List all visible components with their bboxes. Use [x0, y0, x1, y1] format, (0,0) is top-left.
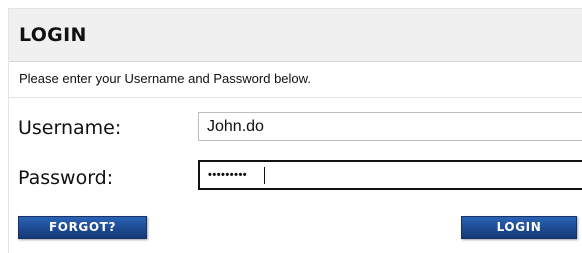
password-label: Password:: [18, 167, 114, 189]
divider: [8, 97, 582, 98]
instructions-text: Please enter your Username and Password …: [19, 71, 311, 86]
username-field[interactable]: [198, 112, 582, 141]
page-title: LOGIN: [19, 24, 87, 46]
login-header: LOGIN: [9, 9, 582, 62]
forgot-button[interactable]: FORGOT?: [18, 216, 147, 239]
text-caret: [264, 167, 265, 184]
login-button[interactable]: LOGIN: [461, 216, 577, 239]
password-field[interactable]: •••••••••: [198, 160, 582, 190]
username-label: Username:: [18, 117, 122, 139]
